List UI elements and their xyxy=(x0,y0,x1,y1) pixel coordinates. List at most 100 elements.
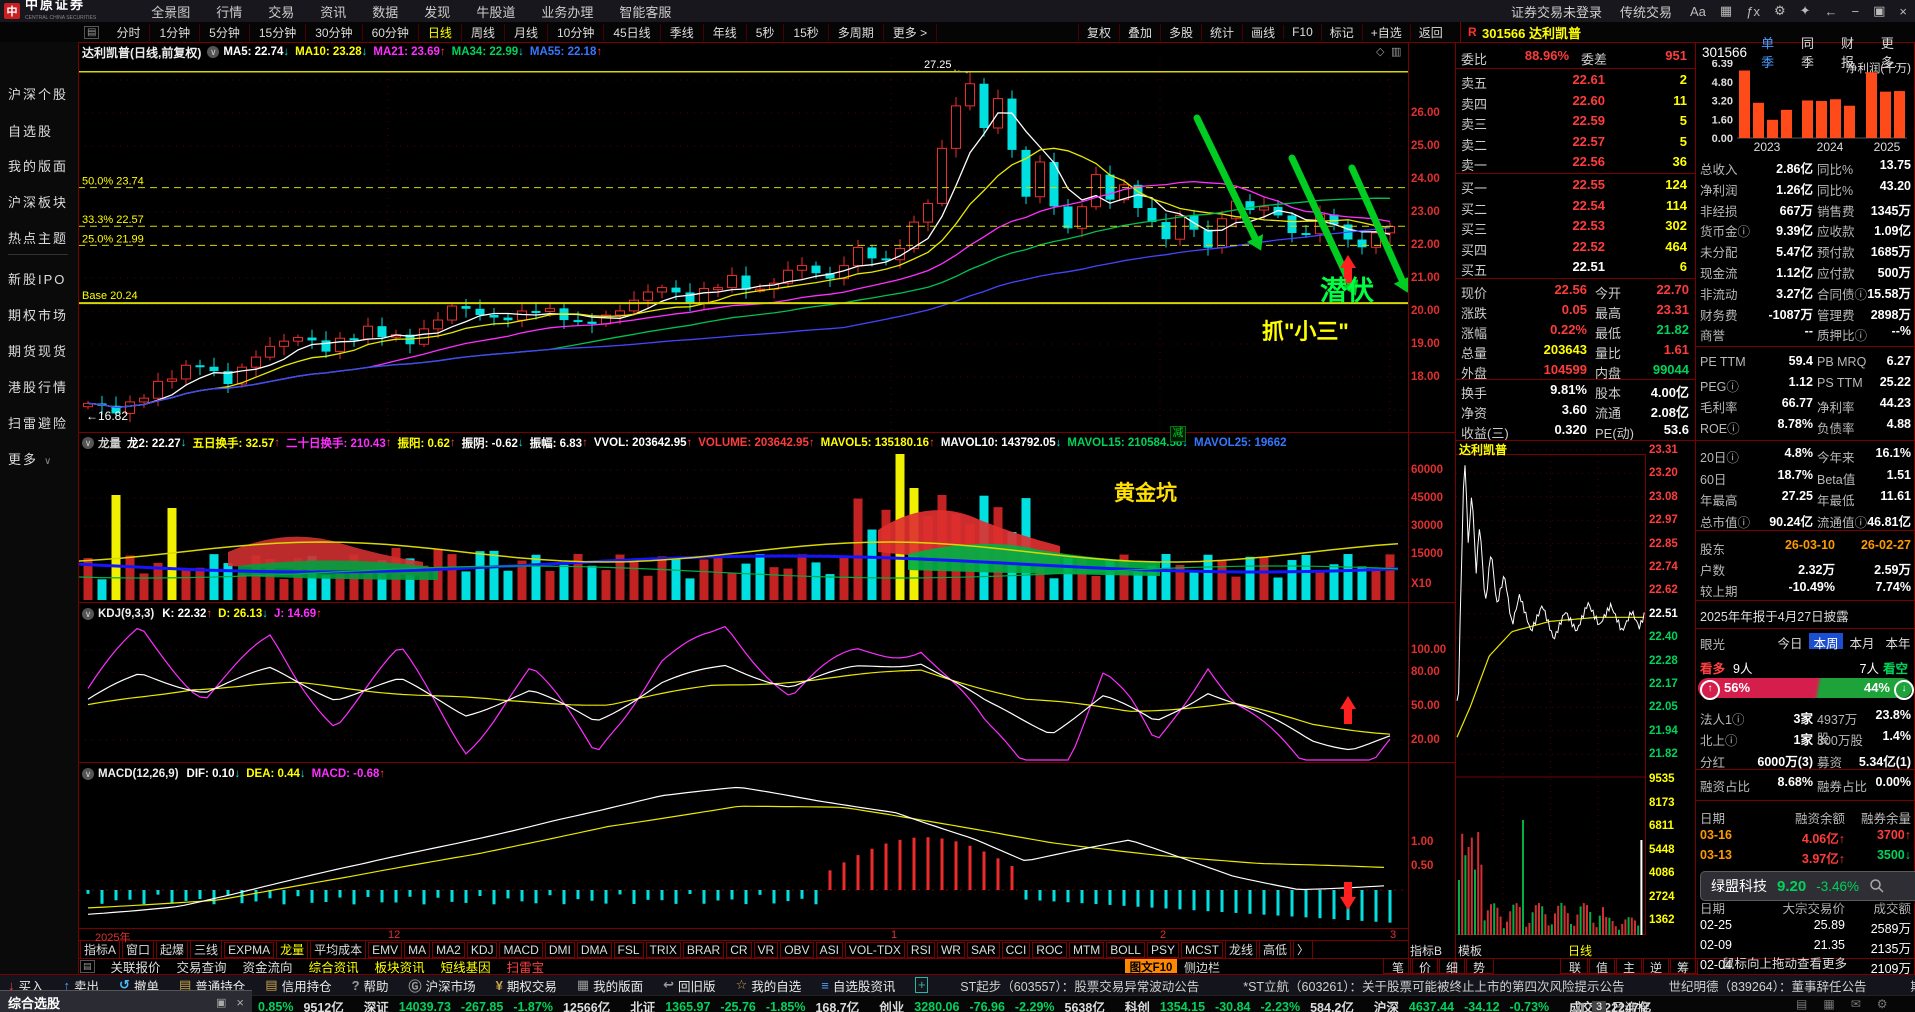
toolbar-自选股资讯[interactable]: ≡ 自选股资讯 xyxy=(821,976,895,995)
fin-value: 3家 xyxy=(1793,712,1813,726)
split-pane-icon[interactable]: ▥ xyxy=(1391,45,1403,58)
toolbar-我的版面[interactable]: ▦ 我的版面 xyxy=(577,976,643,995)
diamond-tool-icon[interactable]: ◇ xyxy=(1376,45,1388,58)
sentiment-tab-本周[interactable]: 本周 xyxy=(1809,633,1843,651)
toolbar-帮助[interactable]: ? 帮助 xyxy=(352,976,389,995)
indicator-tab-SAR[interactable]: SAR xyxy=(966,941,1000,958)
graphic-f10-button[interactable]: 图文F10 xyxy=(1125,959,1177,974)
finance-tab-更多..[interactable]: 更多.. xyxy=(1881,33,1914,71)
collapse-icon[interactable]: ∨ xyxy=(82,608,94,620)
panel-tab-值[interactable]: 值 xyxy=(1587,958,1617,975)
collapse-icon[interactable]: ∨ xyxy=(82,437,94,449)
info-value: 0.22% xyxy=(1550,322,1587,337)
axis-tick: 19.00 xyxy=(1411,338,1440,350)
finance-tab-财报[interactable]: 财报 xyxy=(1841,33,1867,71)
function-交易查询[interactable]: 交易查询 xyxy=(177,957,227,976)
indicator-tab-FSL[interactable]: FSL xyxy=(613,941,644,958)
stock-picker-window[interactable]: 综合选股 ▣ × xyxy=(0,990,252,1012)
indicator-tab-WR[interactable]: WR xyxy=(936,941,965,958)
indicator-tab-RSI[interactable]: RSI xyxy=(906,941,935,958)
indicator-tab-高低[interactable]: 高低 xyxy=(1259,941,1292,958)
indicator-tab-TRIX[interactable]: TRIX xyxy=(645,941,681,958)
toolbar-我的自选[interactable]: ☆ 我的自选 xyxy=(736,976,802,995)
function-板块资讯[interactable]: 板块资讯 xyxy=(375,957,425,976)
indicator-tab-MTM[interactable]: MTM xyxy=(1068,941,1105,958)
ticker-item[interactable]: 斯 xyxy=(1910,976,1915,995)
mini-tab-细[interactable]: 细 xyxy=(1437,958,1467,975)
side-panel-button[interactable]: 侧边栏 xyxy=(1184,959,1228,975)
indicator-tab-MACD[interactable]: MACD xyxy=(499,941,543,958)
tools-icon[interactable]: ⚙ xyxy=(1877,997,1888,1011)
indicator-tab-PSY[interactable]: PSY xyxy=(1146,941,1179,958)
panel-tab-主[interactable]: 主 xyxy=(1614,958,1644,975)
search-icon[interactable] xyxy=(1869,878,1885,894)
ticker-item[interactable]: *ST立航（603261）：关于股票可能被终止上市的第四次风险提示公告 xyxy=(1243,976,1624,995)
mini-tab-势[interactable]: 势 xyxy=(1464,958,1494,975)
mini-period-label[interactable]: 日线 xyxy=(1568,942,1608,958)
indicator-tab-MA2[interactable]: MA2 xyxy=(432,941,465,958)
function-短线基因[interactable]: 短线基因 xyxy=(441,957,491,976)
mini-tab-笔[interactable]: 笔 xyxy=(1383,958,1413,975)
board-icon[interactable]: ▦ xyxy=(1823,997,1834,1011)
indicator-tab-三线[interactable]: 三线 xyxy=(190,941,223,958)
ticker-item[interactable]: 世纪明德（839264）：董事辞任公告 xyxy=(1669,976,1867,995)
collapse-icon[interactable]: ∨ xyxy=(207,46,220,58)
indicator-tab-龙量[interactable]: 龙量 xyxy=(276,941,309,958)
mini-tab-价[interactable]: 价 xyxy=(1410,958,1440,975)
divider xyxy=(1695,600,1915,601)
indicator-tab-KDJ[interactable]: KDJ xyxy=(466,941,498,958)
indicator-tab-OBV[interactable]: OBV xyxy=(780,941,814,958)
template-tab[interactable]: 模板 xyxy=(1458,942,1502,958)
function-综合资讯[interactable]: 综合资讯 xyxy=(309,957,359,976)
divider xyxy=(78,42,1915,43)
function-资金流向[interactable]: 资金流向 xyxy=(243,957,293,976)
add-panel-button[interactable]: + xyxy=(915,977,929,993)
close-icon[interactable]: × xyxy=(236,995,244,1010)
indicator-tab-DMI[interactable]: DMI xyxy=(544,941,575,958)
finance-row: 货币金ⓘ 9.39亿 应收款 1.09亿 xyxy=(1695,218,1915,239)
sentiment-tab-今日[interactable]: 今日 xyxy=(1773,633,1807,651)
indicator-tab-CR[interactable]: CR xyxy=(726,941,752,958)
indicator-tab-指标A[interactable]: 指标A xyxy=(80,941,121,958)
indicator-tab-DMA[interactable]: DMA xyxy=(576,941,612,958)
indicator-b-tab[interactable]: 指标B xyxy=(1410,942,1454,958)
collapse-icon[interactable]: ∨ xyxy=(82,768,94,780)
panel-tab-联[interactable]: 联 xyxy=(1560,958,1590,975)
indicator-tab-ASI[interactable]: ASI xyxy=(815,941,843,958)
sentiment-tab-本年[interactable]: 本年 xyxy=(1881,633,1915,651)
indicator-tab-起爆[interactable]: 起爆 xyxy=(156,941,189,958)
indicator-tab-平均成本[interactable]: 平均成本 xyxy=(310,941,367,958)
indicator-tab-〉[interactable]: 〉 xyxy=(1293,941,1314,958)
mini-price-tick: 21.94 xyxy=(1649,724,1678,737)
indicator-tab-BOLL[interactable]: BOLL xyxy=(1106,941,1145,958)
indicator-tab-EXPMA[interactable]: EXPMA xyxy=(224,941,275,958)
finance-tab-单季[interactable]: 单季 xyxy=(1761,33,1787,71)
indicator-tab-BRAR[interactable]: BRAR xyxy=(682,941,725,958)
finance-row: 非流动 3.27亿 合同债ⓘ 15.58万 xyxy=(1695,281,1915,302)
toolbar-沪深市场[interactable]: Ⓖ 沪深市场 xyxy=(409,976,476,995)
indicator-tab-VR[interactable]: VR xyxy=(753,941,779,958)
trend-arrow: ↑ xyxy=(929,437,935,449)
indicator-tab-CCI[interactable]: CCI xyxy=(1001,941,1031,958)
keyboard-icon[interactable]: ▤ xyxy=(1796,997,1807,1011)
function-扫雷宝[interactable]: 扫雷宝 xyxy=(507,957,545,976)
panel-tab-筹[interactable]: 筹 xyxy=(1668,958,1698,975)
toolbar-信用持仓[interactable]: ▤ 信用持仓 xyxy=(265,976,331,995)
ticker-item[interactable]: ST起步（603557）：股票交易异常波动公告 xyxy=(960,976,1199,995)
indicator-tab-窗口[interactable]: 窗口 xyxy=(122,941,155,958)
toolbar-期权交易[interactable]: ¥ 期权交易 xyxy=(496,976,557,995)
sentiment-tab-本月[interactable]: 本月 xyxy=(1845,633,1879,651)
function-关联报价[interactable]: 关联报价 xyxy=(111,957,161,976)
message-icon[interactable]: ✉ xyxy=(1851,997,1861,1011)
indicator-tab-ROC[interactable]: ROC xyxy=(1032,941,1067,958)
trend-arrow: ↑ xyxy=(316,608,322,620)
panel-tab-逆[interactable]: 逆 xyxy=(1641,958,1671,975)
indicator-tab-龙线[interactable]: 龙线 xyxy=(1225,941,1258,958)
indicator-tab-EMV[interactable]: EMV xyxy=(368,941,403,958)
indicator-tab-VOL-TDX[interactable]: VOL-TDX xyxy=(844,941,905,958)
finance-tab-同季[interactable]: 同季 xyxy=(1801,33,1827,71)
popout-icon[interactable]: ▣ xyxy=(216,996,226,1009)
indicator-tab-MCST[interactable]: MCST xyxy=(1181,941,1223,958)
indicator-tab-MA[interactable]: MA xyxy=(404,941,431,958)
toolbar-回旧版[interactable]: ↩ 回旧版 xyxy=(663,976,715,995)
